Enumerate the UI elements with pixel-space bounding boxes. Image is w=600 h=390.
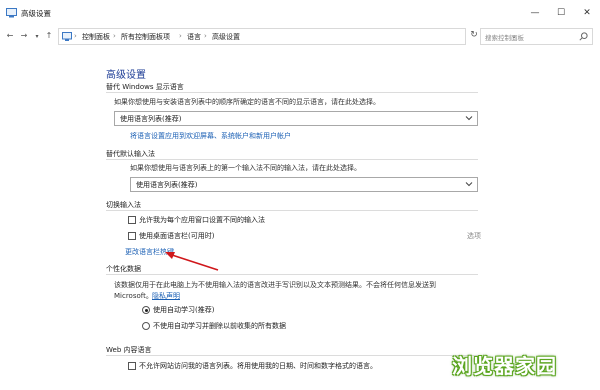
search-placeholder: 搜索控制面板 (485, 34, 524, 42)
privacy-statement-link[interactable]: 隐私声明 (152, 291, 180, 301)
annotation-arrow (165, 252, 219, 271)
close-button[interactable]: ✕ (576, 4, 598, 22)
default-input-description: 如果你想使用与语言列表上的第一个输入法不同的输入法，请在此处选择。 (130, 164, 361, 172)
up-arrow-icon[interactable]: ↑ (44, 31, 54, 40)
section-divider (106, 274, 478, 275)
breadcrumb-separator-icon: › (179, 32, 182, 40)
section-divider (106, 210, 478, 211)
default-input-select-value: 使用语言列表(推荐) (136, 181, 198, 189)
use-auto-learning-label: 使用自动学习(推荐) (153, 306, 215, 314)
section-divider (106, 159, 478, 160)
section-divider (106, 355, 478, 356)
section-title-personalization: 个性化数据 (106, 265, 141, 273)
control-panel-icon (6, 8, 17, 18)
address-bar[interactable]: › 控制面板 › 所有控制面板项 › 语言 › 高级设置 ⌄ (58, 28, 517, 45)
breadcrumb-all-items[interactable]: 所有控制面板项 (121, 32, 170, 42)
disable-auto-learning-label: 不使用自动学习并删除以前收集的所有数据 (153, 322, 286, 330)
navigation-bar: ← → ▾ ↑ › 控制面板 › 所有控制面板项 › 语言 › 高级设置 ⌄ ↻… (0, 26, 600, 48)
window-title: 高级设置 (21, 9, 51, 18)
breadcrumb-language[interactable]: 语言 (187, 32, 201, 42)
chevron-down-icon (465, 182, 473, 187)
breadcrumb-separator-icon: › (74, 32, 77, 40)
breadcrumb-advanced-settings[interactable]: 高级设置 (212, 32, 240, 42)
section-title-display-language: 替代 Windows 显示语言 (106, 83, 184, 91)
language-bar-options-link[interactable]: 选项 (467, 231, 481, 241)
use-auto-learning-radio[interactable] (142, 306, 150, 314)
disable-auto-learning-radio[interactable] (142, 322, 150, 330)
desktop-language-bar-checkbox[interactable] (128, 232, 136, 240)
control-panel-icon (62, 32, 72, 41)
section-title-default-input: 替代默认输入法 (106, 150, 155, 158)
chevron-down-icon (465, 116, 473, 121)
breadcrumb-separator-icon: › (113, 32, 116, 40)
section-title-web-content: Web 内容语言 (106, 346, 152, 354)
display-language-select[interactable]: 使用语言列表(推荐) (114, 111, 478, 126)
forward-arrow-icon[interactable]: → (19, 31, 29, 40)
section-title-switch-input: 切换输入法 (106, 201, 141, 209)
refresh-icon[interactable]: ↻ (468, 30, 480, 40)
maximize-button[interactable]: ☐ (550, 4, 572, 22)
personalization-description-line2: Microsoft。 (114, 292, 153, 300)
search-icon (579, 32, 588, 41)
default-input-select[interactable]: 使用语言列表(推荐) (130, 177, 478, 192)
search-box[interactable]: 搜索控制面板 (480, 28, 593, 45)
web-language-list-checkbox[interactable] (128, 362, 136, 370)
per-app-input-checkbox[interactable] (128, 216, 136, 224)
desktop-language-bar-label: 使用桌面语言栏(可用时) (139, 232, 215, 240)
recent-locations-chevron-icon[interactable]: ▾ (32, 33, 42, 40)
personalization-description: 该数据仅用于在此电脑上为不使用输入法的语言改进手写识别以及文本预测结果。不会将任… (114, 281, 436, 289)
web-language-list-label: 不允许网站访问我的语言列表。将用使用我的日期、时间和数字格式的语言。 (139, 362, 377, 370)
title-bar: 高级设置 — ☐ ✕ (0, 0, 600, 26)
back-arrow-icon[interactable]: ← (5, 31, 15, 40)
display-language-select-value: 使用语言列表(推荐) (120, 115, 182, 123)
apply-language-settings-link[interactable]: 将语言设置应用到欢迎屏幕、系统帐户和新用户帐户 (130, 131, 291, 141)
minimize-button[interactable]: — (524, 4, 546, 22)
site-watermark: 浏览器家园 (452, 354, 557, 378)
per-app-input-label: 允许我为每个应用窗口设置不同的输入法 (139, 216, 265, 224)
page-title: 高级设置 (106, 70, 146, 81)
breadcrumb-control-panel[interactable]: 控制面板 (82, 32, 110, 42)
section-divider (106, 92, 478, 93)
display-language-description: 如果你想使用与安装语言列表中的顺序所确定的语言不同的显示语言，请在此处选择。 (114, 98, 380, 106)
breadcrumb-separator-icon: › (204, 32, 207, 40)
